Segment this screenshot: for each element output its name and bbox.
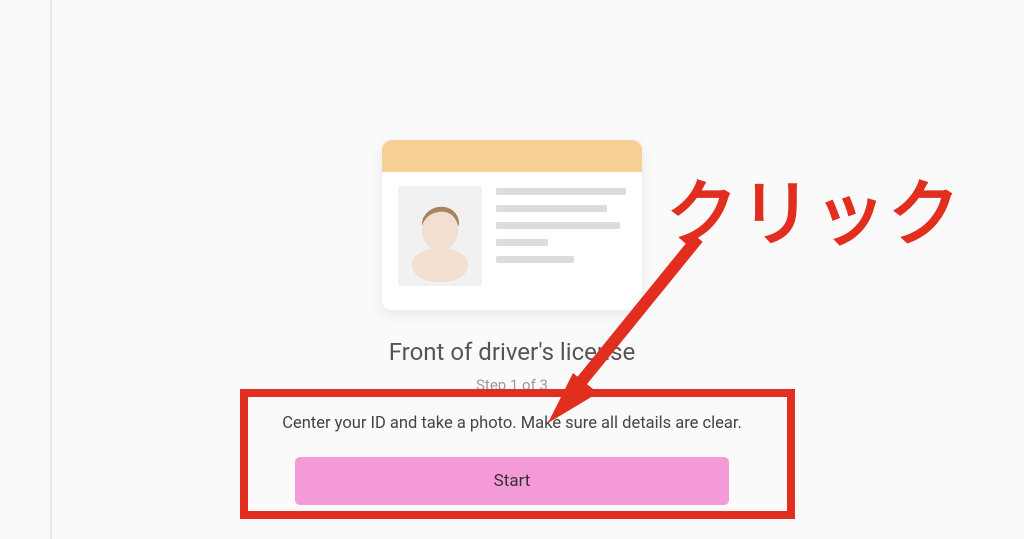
id-line [496, 239, 548, 246]
id-line [496, 188, 626, 195]
page-title: Front of driver's license [389, 338, 636, 366]
id-line [496, 222, 620, 229]
id-line [496, 205, 607, 212]
instruction-text: Center your ID and take a photo. Make su… [282, 414, 742, 433]
start-button[interactable]: Start [295, 457, 729, 505]
avatar-icon [398, 186, 482, 286]
id-card-illustration [382, 140, 642, 310]
id-card-body [382, 172, 642, 310]
id-card-header-stripe [382, 140, 642, 172]
verification-panel: Front of driver's license Step 1 of 3 Ce… [0, 0, 1024, 505]
id-line [496, 256, 574, 263]
id-card-photo [398, 186, 482, 286]
id-card-text-lines [496, 186, 626, 294]
step-indicator: Step 1 of 3 [476, 376, 548, 394]
